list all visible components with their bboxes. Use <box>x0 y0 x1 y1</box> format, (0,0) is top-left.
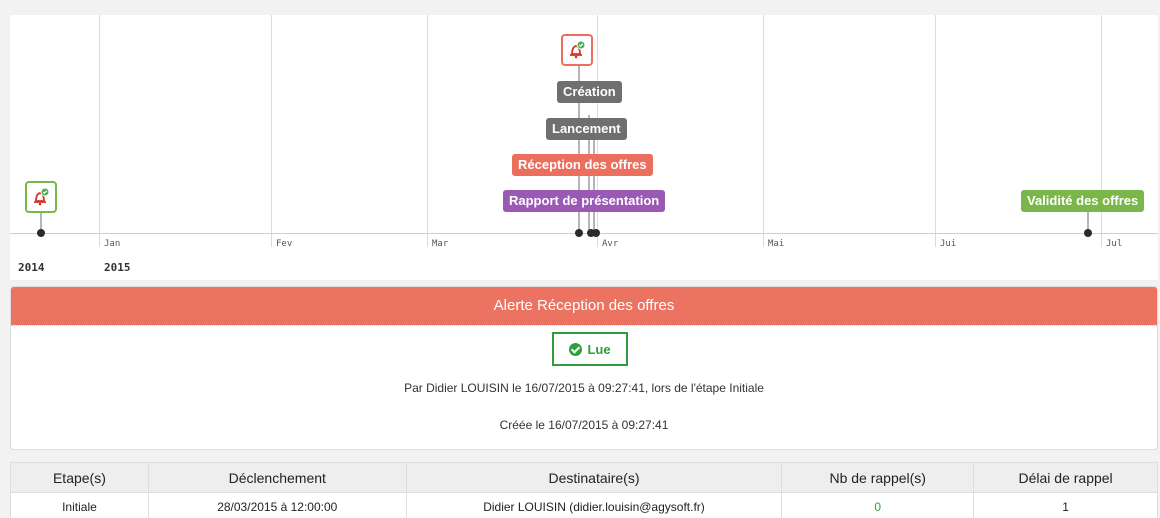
event-connector <box>593 125 595 233</box>
event-reception-offres[interactable]: Réception des offres <box>512 154 653 176</box>
column-header[interactable]: Nb de rappel(s) <box>781 462 975 493</box>
month-label: Jan <box>104 239 121 249</box>
timeline-axis <box>10 233 1158 234</box>
alert-panel: Alerte Réception des offres Lue Par Didi… <box>10 286 1158 450</box>
month-label: Avr <box>602 239 619 249</box>
cell-destinataire: Didier LOUISIN (didier.louisin@agysoft.f… <box>405 492 783 518</box>
cell-delai-rappel: 1 <box>973 492 1158 518</box>
cell-nb-rappels: 0 <box>781 492 975 518</box>
event-dot[interactable] <box>1084 229 1092 237</box>
year-label: 2014 <box>18 261 45 274</box>
event-dot[interactable] <box>592 229 600 237</box>
alert-title: Alerte Réception des offres <box>11 287 1157 325</box>
gridline <box>99 15 100 247</box>
column-header[interactable]: Déclenchement <box>147 462 407 493</box>
cell-etape: Initiale <box>10 492 149 518</box>
created-text: Créée le 16/07/2015 à 09:27:41 <box>499 418 669 432</box>
event-dot[interactable] <box>37 229 45 237</box>
month-label: Jul <box>1106 239 1123 249</box>
table-header-row: Etape(s) Déclenchement Destinataire(s) N… <box>10 462 1158 493</box>
gridline <box>935 15 936 247</box>
event-dot[interactable] <box>575 229 583 237</box>
status-badge: Lue <box>552 332 628 366</box>
gridline <box>271 15 272 247</box>
check-circle-icon <box>569 342 583 356</box>
event-creation[interactable]: Création <box>557 81 622 103</box>
read-by-text: Par Didier LOUISIN le 16/07/2015 à 09:27… <box>404 381 764 395</box>
status-label: Lue <box>587 341 611 357</box>
alert-marker-red[interactable] <box>561 34 593 66</box>
timeline[interactable]: Jan Fev Mar Avr Mai Jui Jul 2014 2015 Cr… <box>10 15 1158 280</box>
month-label: Mar <box>432 239 449 249</box>
gridline <box>763 15 764 247</box>
gridline <box>1101 15 1102 247</box>
alert-marker-green[interactable] <box>25 181 57 213</box>
event-validite-offres[interactable]: Validité des offres <box>1021 190 1145 212</box>
month-label: Jui <box>940 239 957 249</box>
gridline <box>427 15 428 247</box>
event-rapport-presentation[interactable]: Rapport de présentation <box>503 190 666 212</box>
column-header[interactable]: Etape(s) <box>10 462 149 493</box>
alert-body: Lue Par Didier LOUISIN le 16/07/2015 à 0… <box>11 325 1157 449</box>
month-label: Fev <box>276 239 293 249</box>
event-lancement[interactable]: Lancement <box>546 118 627 140</box>
reminders-table: Etape(s) Déclenchement Destinataire(s) N… <box>10 462 1158 518</box>
table-row[interactable]: Initiale 28/03/2015 à 12:00:00 Didier LO… <box>10 492 1158 518</box>
cell-declenchement: 28/03/2015 à 12:00:00 <box>147 492 407 518</box>
year-label: 2015 <box>104 261 131 274</box>
month-label: Mai <box>768 239 785 249</box>
column-header[interactable]: Destinataire(s) <box>405 462 783 493</box>
column-header[interactable]: Délai de rappel <box>973 462 1158 493</box>
